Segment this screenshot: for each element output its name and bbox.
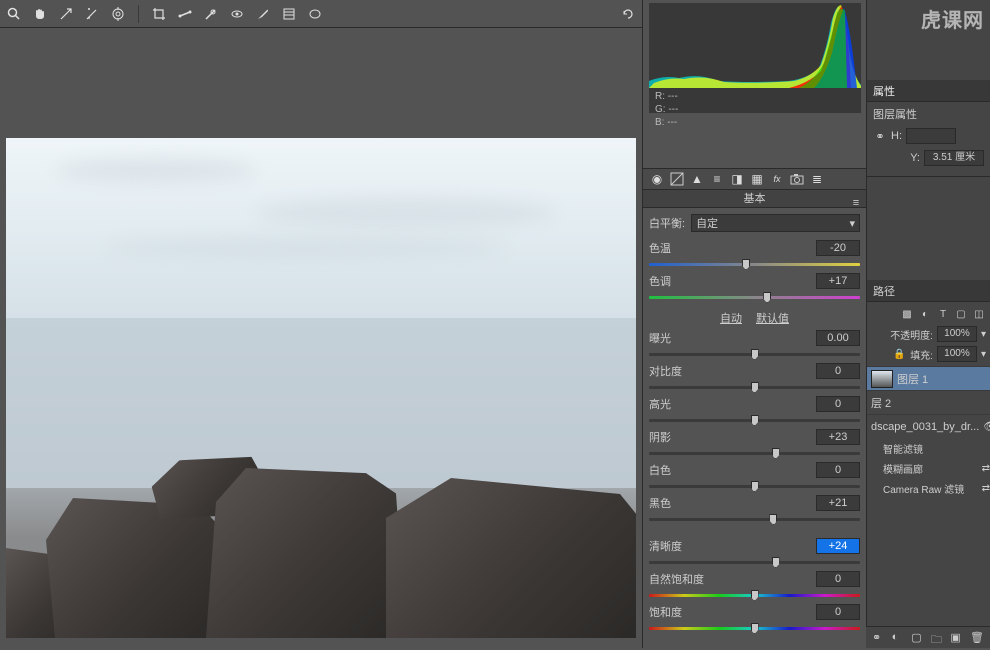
visibility-icon[interactable]: 👁 xyxy=(983,420,990,433)
temperature-slider[interactable]: 色温-20 xyxy=(649,240,860,271)
crop-tool[interactable] xyxy=(151,6,167,22)
filter-pixel-icon[interactable]: ▩ xyxy=(900,307,914,321)
chevron-down-icon[interactable]: ▾ xyxy=(981,349,986,360)
detail-tab-icon[interactable]: ▲ xyxy=(689,171,705,187)
y-input[interactable]: 3.51 厘米 xyxy=(924,150,984,166)
acr-tab-strip: ◉ ▲ ≡ ◨ ▦ fx ≣ xyxy=(643,168,866,190)
opacity-input[interactable]: 100% xyxy=(937,326,977,342)
curve-tab-icon[interactable] xyxy=(669,171,685,187)
layer-item[interactable]: 层 2 xyxy=(867,390,990,414)
document-preview[interactable] xyxy=(6,138,636,638)
layers-footer: ⚭ ◐ ▢ 🗀 ▣ 🗑 xyxy=(866,626,990,648)
fx-tab-icon[interactable]: fx xyxy=(769,171,785,187)
lock-icon[interactable]: 🔒 xyxy=(892,347,906,361)
histogram[interactable]: R: --- G: --- B: --- xyxy=(649,3,861,113)
rgb-readout: R: --- G: --- B: --- xyxy=(649,88,861,131)
rotate-icon[interactable] xyxy=(620,6,636,22)
tint-slider[interactable]: 色调+17 xyxy=(649,273,860,304)
straighten-tool[interactable] xyxy=(177,6,193,22)
wb-label: 白平衡: xyxy=(649,215,685,231)
white-balance-tool[interactable] xyxy=(58,6,74,22)
default-button[interactable]: 默认值 xyxy=(756,310,789,326)
redeye-tool[interactable] xyxy=(229,6,245,22)
filter-type-icon[interactable]: T xyxy=(936,307,950,321)
canvas-area xyxy=(6,28,636,640)
blacks-slider[interactable]: 黑色+21 xyxy=(649,495,860,526)
layer-properties-label: 图层属性 xyxy=(873,106,984,122)
exposure-value[interactable]: 0.00 xyxy=(816,330,860,346)
contrast-slider[interactable]: 对比度0 xyxy=(649,363,860,394)
exposure-slider[interactable]: 曝光0.00 xyxy=(649,330,860,361)
filter-options-icon[interactable]: ⇄ xyxy=(982,463,990,474)
wb-select[interactable]: 自定 ▾ xyxy=(691,214,860,232)
group-icon[interactable]: 🗀 xyxy=(931,631,945,645)
link-icon[interactable]: ⚭ xyxy=(873,129,887,143)
clarity-slider[interactable]: 清晰度+24 xyxy=(649,538,860,569)
camera-raw-toolbar xyxy=(0,0,642,28)
blacks-value[interactable]: +21 xyxy=(816,495,860,511)
panel-title: 基本 ≡ xyxy=(643,190,866,208)
color-sampler-tool[interactable] xyxy=(84,6,100,22)
saturation-value[interactable]: 0 xyxy=(816,604,860,620)
filter-options-icon[interactable]: ⇄ xyxy=(982,483,990,494)
basic-tab-icon[interactable]: ◉ xyxy=(649,171,665,187)
filter-shape-icon[interactable]: ▢ xyxy=(954,307,968,321)
camera-tab-icon[interactable] xyxy=(789,171,805,187)
hand-tool[interactable] xyxy=(32,6,48,22)
filter-smart-icon[interactable]: ◫ xyxy=(972,307,986,321)
mask-icon[interactable]: ▢ xyxy=(911,631,925,645)
filter-adjust-icon[interactable]: ◐ xyxy=(918,307,932,321)
fx-icon[interactable]: ◐ xyxy=(892,631,906,645)
graduated-filter-tool[interactable] xyxy=(281,6,297,22)
temperature-value[interactable]: -20 xyxy=(816,240,860,256)
filter-item[interactable]: 模糊画廊 ⇄ xyxy=(867,458,990,478)
tint-value[interactable]: +17 xyxy=(816,273,860,289)
properties-tab[interactable]: 属性 xyxy=(873,83,895,99)
adjustment-brush-tool[interactable] xyxy=(255,6,271,22)
chevron-down-icon: ▾ xyxy=(849,217,855,230)
radial-filter-tool[interactable] xyxy=(307,6,323,22)
hsl-tab-icon[interactable]: ≡ xyxy=(709,171,725,187)
highlights-value[interactable]: 0 xyxy=(816,396,860,412)
spot-removal-tool[interactable] xyxy=(203,6,219,22)
clarity-value[interactable]: +24 xyxy=(816,538,860,554)
auto-button[interactable]: 自动 xyxy=(720,310,742,326)
shadows-value[interactable]: +23 xyxy=(816,429,860,445)
panel-menu-icon[interactable]: ≡ xyxy=(850,194,862,204)
zoom-tool[interactable] xyxy=(6,6,22,22)
properties-tabs: 属性 xyxy=(867,80,990,102)
split-tab-icon[interactable]: ◨ xyxy=(729,171,745,187)
contrast-value[interactable]: 0 xyxy=(816,363,860,379)
link-layers-icon[interactable]: ⚭ xyxy=(872,631,886,645)
shadows-slider[interactable]: 阴影+23 xyxy=(649,429,860,460)
whites-slider[interactable]: 白色0 xyxy=(649,462,860,493)
vibrance-slider[interactable]: 自然饱和度0 xyxy=(649,571,860,602)
paths-tab[interactable]: 路径 xyxy=(873,283,895,299)
lens-tab-icon[interactable]: ▦ xyxy=(749,171,765,187)
layer-thumb xyxy=(871,370,893,388)
fill-input[interactable]: 100% xyxy=(937,346,977,362)
highlights-slider[interactable]: 高光0 xyxy=(649,396,860,427)
camera-raw-panel: R: --- G: --- B: --- ◉ ▲ ≡ ◨ ▦ fx ≣ 基本 ≡… xyxy=(642,0,866,648)
smart-filters-header[interactable]: 智能滤镜 xyxy=(867,438,990,458)
right-panel-dock: 虎课网 属性 图层属性 ⚭ H: Y: 3.51 厘米 路径 ▩ ◐ T ▢ ◫ xyxy=(866,0,990,648)
layer-item[interactable]: dscape_0031_by_dr... 👁 xyxy=(867,414,990,438)
layer-item[interactable]: 图层 1 xyxy=(867,366,990,390)
target-adjust-tool[interactable] xyxy=(110,6,126,22)
filter-item[interactable]: Camera Raw 滤镜 ⇄ xyxy=(867,478,990,498)
whites-value[interactable]: 0 xyxy=(816,462,860,478)
chevron-down-icon[interactable]: ▾ xyxy=(981,329,986,340)
trash-icon[interactable]: 🗑 xyxy=(970,631,984,645)
presets-tab-icon[interactable]: ≣ xyxy=(809,171,825,187)
saturation-slider[interactable]: 饱和度0 xyxy=(649,604,860,635)
new-layer-icon[interactable]: ▣ xyxy=(950,631,964,645)
height-input[interactable] xyxy=(906,128,956,144)
vibrance-value[interactable]: 0 xyxy=(816,571,860,587)
